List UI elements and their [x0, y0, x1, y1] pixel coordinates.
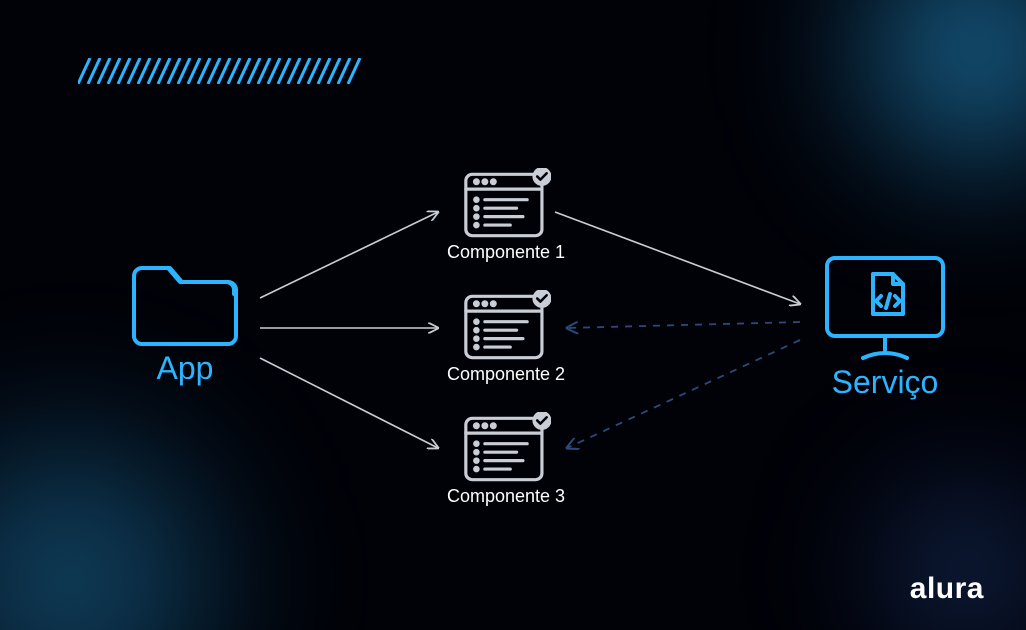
node-component-3: Componente 3 [436, 412, 576, 507]
component-window-icon [461, 168, 551, 242]
node-component-2: Componente 2 [436, 290, 576, 385]
node-component-3-label: Componente 3 [436, 486, 576, 507]
node-component-1: Componente 1 [436, 168, 576, 263]
node-service-label: Serviço [815, 364, 955, 401]
node-service: Serviço [815, 250, 955, 401]
edge-svc-c2 [567, 322, 800, 328]
brand-logo: alura [910, 572, 984, 606]
edge-app-c3 [260, 358, 438, 448]
node-app-label: App [120, 350, 250, 387]
monitor-code-icon [819, 250, 951, 364]
node-app: App [120, 254, 250, 387]
node-component-1-label: Componente 1 [436, 242, 576, 263]
edge-svc-c3 [567, 340, 800, 448]
node-component-2-label: Componente 2 [436, 364, 576, 385]
edge-c1-svc [555, 212, 800, 304]
component-window-icon [461, 290, 551, 364]
hatch-decoration [78, 58, 368, 84]
folder-icon [126, 254, 244, 350]
component-window-icon [461, 412, 551, 486]
edge-app-c1 [260, 212, 438, 298]
